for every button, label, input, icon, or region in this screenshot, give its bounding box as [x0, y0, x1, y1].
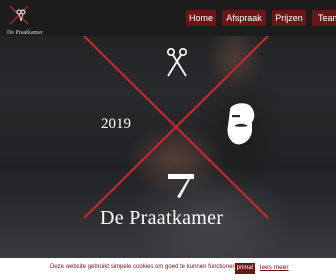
brand-title: De Praatkamer: [100, 207, 224, 229]
nav-prijzen[interactable]: Prijzen: [272, 10, 306, 26]
cookie-accept-button[interactable]: prima!: [235, 263, 255, 274]
nav-team[interactable]: Team: [312, 10, 336, 26]
logo-text: De Praatkamer: [7, 30, 43, 36]
cookie-read-more-link[interactable]: lees meer: [260, 264, 289, 271]
scissors-icon: [166, 47, 188, 77]
nav-afspraak[interactable]: Afspraak: [222, 10, 266, 26]
cookie-message: Deze website gebruikt simpele cookies om…: [50, 264, 243, 270]
cookie-banner: Deze website gebruikt simpele cookies om…: [0, 258, 336, 280]
page: De Praatkamer Home Afspraak Prijzen Team: [0, 0, 336, 280]
year-text: 2019: [101, 116, 131, 132]
nav-home[interactable]: Home: [186, 10, 216, 26]
logo[interactable]: De Praatkamer: [4, 3, 44, 36]
bearded-man-icon: [227, 103, 255, 145]
top-navigation: De Praatkamer Home Afspraak Prijzen Team: [0, 0, 336, 36]
straight-razor-icon: [168, 174, 194, 198]
logo-scissors-icon: [9, 5, 29, 25]
